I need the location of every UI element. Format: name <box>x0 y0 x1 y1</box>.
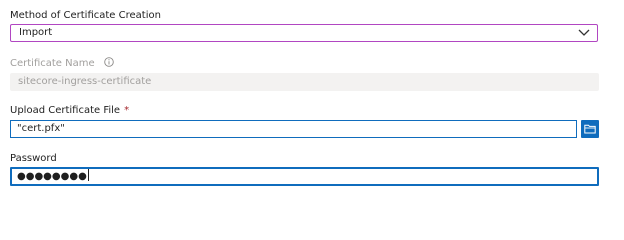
upload-file-value: "cert.pfx" <box>17 123 65 134</box>
method-label: Method of Certificate Creation <box>10 10 161 21</box>
required-marker: * <box>124 105 130 116</box>
chevron-down-icon <box>578 29 590 36</box>
browse-button[interactable] <box>581 120 599 138</box>
info-icon[interactable] <box>104 57 114 67</box>
method-selected-value: Import <box>19 27 53 38</box>
method-dropdown[interactable]: Import <box>10 24 598 42</box>
text-caret <box>87 169 89 181</box>
certificate-name-label: Certificate Name <box>10 58 95 69</box>
upload-file-input[interactable]: "cert.pfx" <box>10 120 577 138</box>
password-label: Password <box>10 153 57 164</box>
upload-label-row: Upload Certificate File * <box>10 104 129 118</box>
certificate-name-label-row: Certificate Name <box>10 57 114 71</box>
certificate-name-value: sitecore-ingress-certificate <box>18 76 152 87</box>
certificate-form: Method of Certificate Creation Import Ce… <box>0 0 624 230</box>
folder-icon <box>584 124 596 134</box>
password-field[interactable]: ●●●●●●●● <box>10 167 599 186</box>
password-mask: ●●●●●●●● <box>17 171 87 182</box>
password-value: ●●●●●●●● <box>17 169 89 184</box>
certificate-name-field: sitecore-ingress-certificate <box>10 73 599 91</box>
upload-label: Upload Certificate File <box>10 105 121 116</box>
